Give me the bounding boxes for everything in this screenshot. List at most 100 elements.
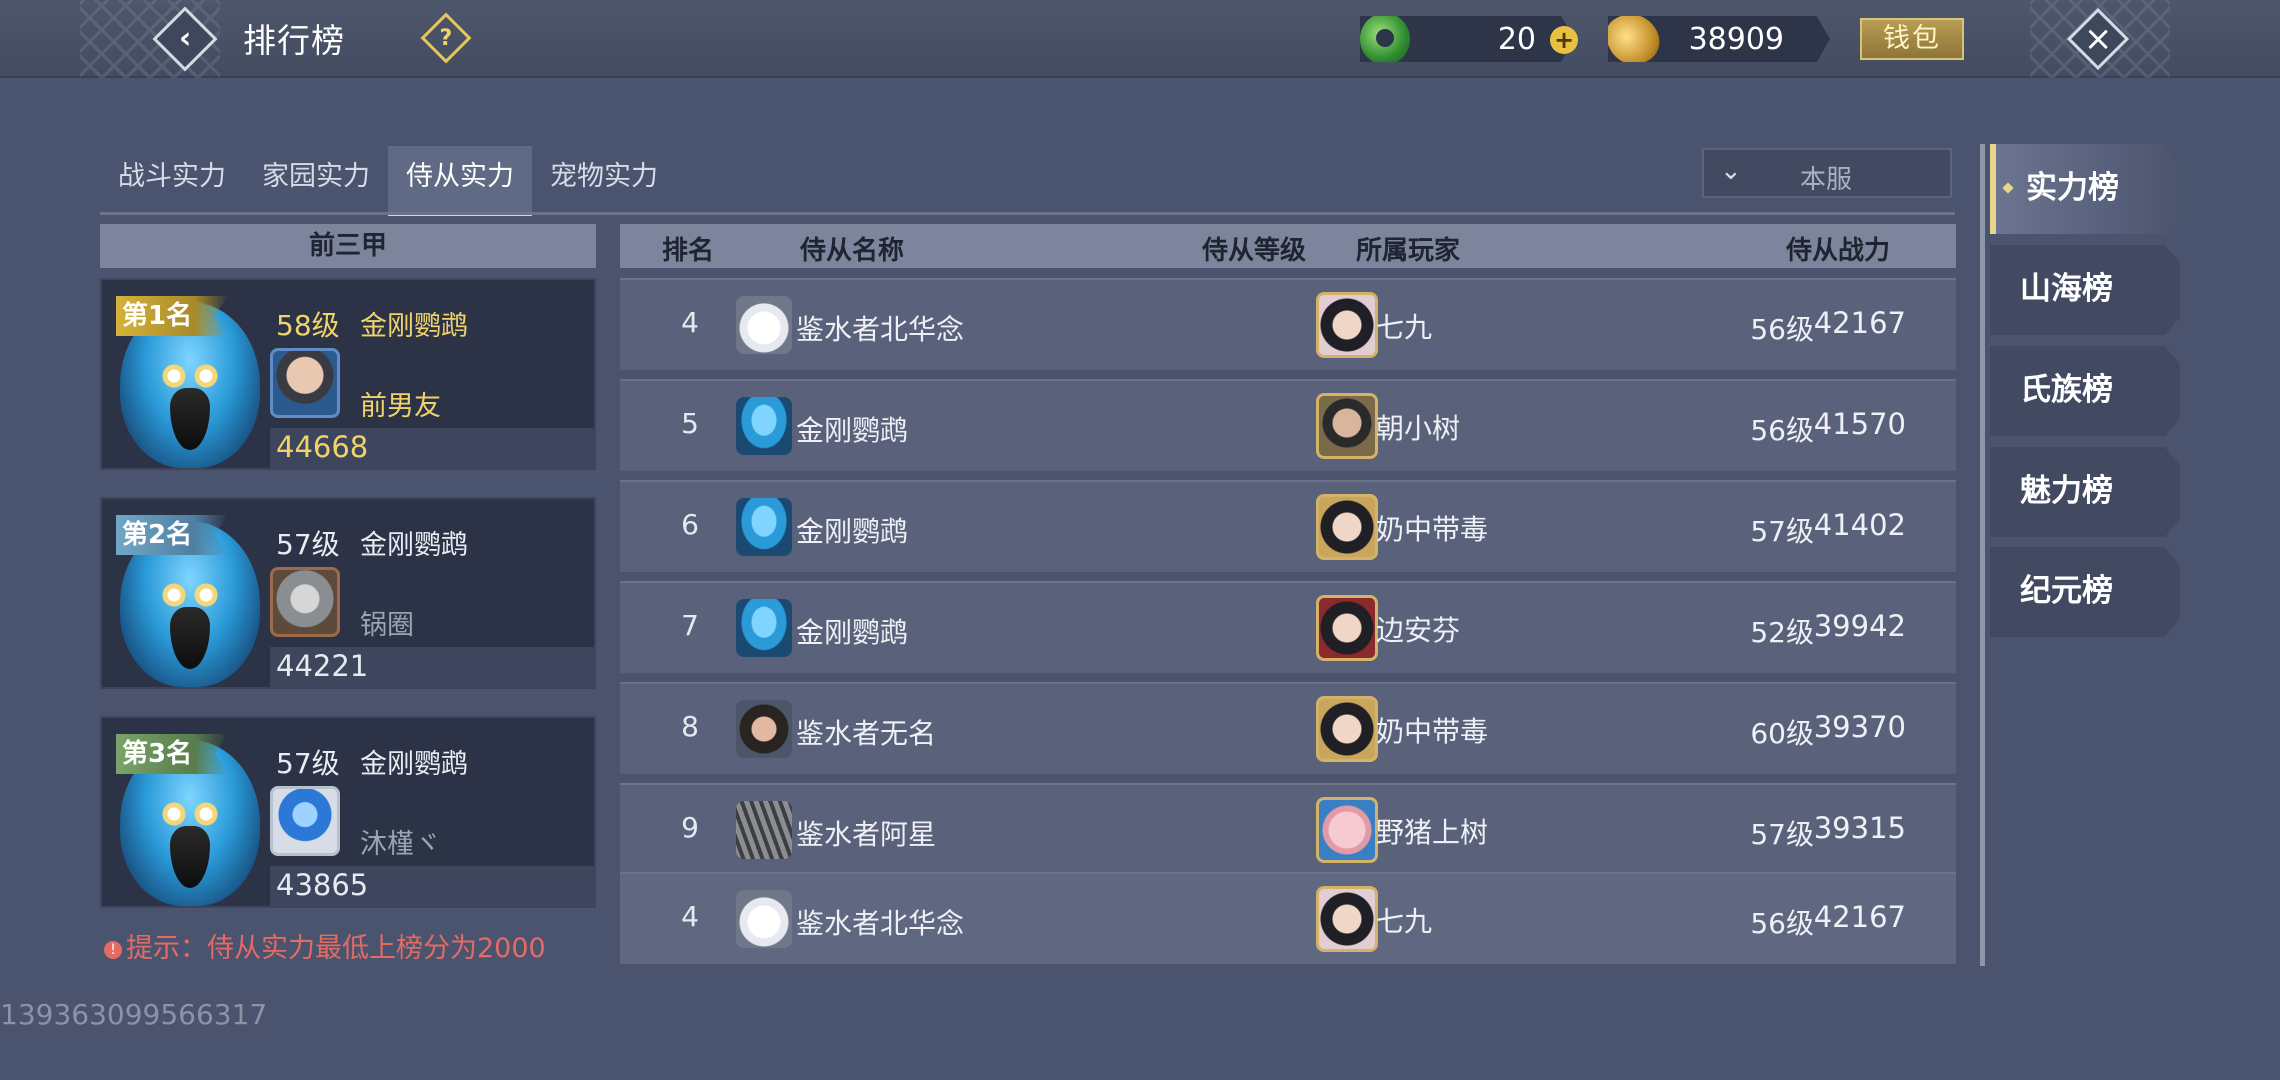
page-title: 排行榜 [243, 21, 345, 60]
pet-name: 金刚鹦鹉 [796, 515, 909, 548]
side-item-shanhai-rank[interactable]: 山海榜 [1990, 245, 2180, 335]
player-avatar[interactable] [1316, 393, 1378, 459]
add-currency-button[interactable]: + [1550, 26, 1578, 54]
pet-name: 金刚鹦鹉 [796, 414, 909, 447]
gold-currency: 38909 [1608, 16, 1830, 62]
player-avatar[interactable] [1316, 292, 1378, 358]
server-dropdown-value: 本服 [1800, 165, 1853, 195]
pet-icon [736, 801, 792, 859]
player-name: 七九 [1376, 905, 1433, 938]
pet-level: 57级 [276, 747, 340, 780]
pet-name: 金刚鹦鹉 [796, 616, 909, 649]
table-row[interactable]: 4 鉴水者北华念 56级 七九 42167 [620, 278, 1956, 370]
player-avatar[interactable] [1316, 696, 1378, 762]
pet-power: 44668 [276, 430, 369, 464]
wallet-button[interactable]: 钱包 [1860, 18, 1964, 60]
pet-power: 42167 [1813, 900, 1906, 934]
rank-badge: 第2名 [116, 515, 228, 555]
side-item-power-rank[interactable]: 实力榜 [1990, 144, 2180, 234]
pet-icon [736, 296, 792, 354]
side-item-clan-rank[interactable]: 氏族榜 [1990, 346, 2180, 436]
player-name: 野猪上树 [1376, 816, 1489, 849]
pet-power: 39942 [1813, 609, 1906, 643]
player-name: 锅圈 [360, 610, 414, 641]
top-rank-card[interactable]: 第2名 57级 金刚鹦鹉 锅圈 44221 [100, 497, 596, 689]
close-icon: × [2066, 7, 2130, 71]
top-three-header: 前三甲 [100, 224, 596, 268]
hint-text: 提示：侍从实力最低上榜分为2000 [126, 933, 546, 964]
pet-name: 金刚鹦鹉 [360, 749, 468, 780]
side-item-era-rank[interactable]: 纪元榜 [1990, 547, 2180, 637]
tab-bar: 战斗实力 家园实力 侍从实力 宠物实力 [100, 146, 676, 216]
table-row[interactable]: 6 金刚鹦鹉 57级 奶中带毒 41402 [620, 480, 1956, 572]
top-rank-card[interactable]: 第3名 57级 金刚鹦鹉 沐槿ヾ 43865 [100, 716, 596, 908]
pet-name: 金刚鹦鹉 [360, 530, 468, 561]
table-header: 排名 侍从名称 侍从等级 所属玩家 侍从战力 [620, 224, 1956, 268]
pet-power: 41570 [1813, 407, 1906, 441]
pet-icon [736, 599, 792, 657]
table-row[interactable]: 9 鉴水者阿星 57级 野猪上树 39315 [620, 783, 1956, 875]
tab-follower-power[interactable]: 侍从实力 [388, 146, 532, 216]
ranking-hint: ! 提示：侍从实力最低上榜分为2000 [104, 926, 546, 965]
column-player: 所属玩家 [1356, 236, 1461, 266]
player-avatar[interactable] [270, 348, 340, 418]
table-row[interactable]: 7 金刚鹦鹉 52级 边安芬 39942 [620, 581, 1956, 673]
gold-amount: 38909 [1688, 21, 1784, 57]
question-icon: ? [439, 25, 453, 51]
pet-name: 鉴水者北华念 [796, 313, 965, 346]
column-level: 侍从等级 [1202, 236, 1307, 266]
pet-name: 金刚鹦鹉 [360, 311, 468, 342]
pet-icon [736, 700, 792, 758]
pet-level: 57级 [276, 528, 340, 561]
tab-home-power[interactable]: 家园实力 [244, 146, 388, 216]
jade-icon [1360, 16, 1410, 62]
pet-power: 44221 [276, 649, 369, 683]
pet-name: 鉴水者无名 [796, 717, 937, 750]
player-name: 沐槿ヾ [360, 829, 441, 860]
scrollbar[interactable] [1980, 144, 1985, 966]
player-name: 奶中带毒 [1376, 513, 1489, 546]
player-avatar[interactable] [1316, 494, 1378, 560]
table-row[interactable]: 5 金刚鹦鹉 56级 朝小树 41570 [620, 379, 1956, 471]
back-arrow-icon: ‹ [152, 6, 218, 72]
rank-badge: 第3名 [116, 734, 228, 774]
pet-power: 39370 [1813, 710, 1906, 744]
table-row[interactable]: 8 鉴水者无名 60级 奶中带毒 39370 [620, 682, 1956, 774]
player-name: 前男友 [360, 391, 441, 422]
player-name: 七九 [1376, 311, 1433, 344]
user-id: 139363099566317 [0, 998, 268, 1031]
back-button[interactable]: ‹ [150, 4, 220, 74]
player-name: 朝小树 [1376, 412, 1461, 445]
player-avatar[interactable] [1316, 797, 1378, 863]
pet-name: 鉴水者阿星 [796, 818, 937, 851]
pet-name: 鉴水者北华念 [796, 907, 965, 940]
pet-icon [736, 397, 792, 455]
column-name: 侍从名称 [800, 236, 905, 266]
server-dropdown[interactable]: ⌄ 本服 [1702, 148, 1952, 198]
pet-level: 58级 [276, 309, 340, 342]
pet-power: 43865 [276, 868, 369, 902]
top-rank-card[interactable]: 第1名 58级 金刚鹦鹉 前男友 44668 [100, 278, 596, 470]
pet-icon [736, 890, 792, 948]
player-name: 奶中带毒 [1376, 715, 1489, 748]
pet-power: 42167 [1813, 306, 1906, 340]
tab-pet-power[interactable]: 宠物实力 [532, 146, 676, 216]
my-rank-row[interactable]: 4 鉴水者北华念 56级 七九 42167 [620, 872, 1956, 964]
player-avatar[interactable] [270, 567, 340, 637]
column-rank: 排名 [662, 236, 715, 266]
close-button[interactable]: × [2065, 6, 2131, 72]
player-avatar[interactable] [270, 786, 340, 856]
side-item-charm-rank[interactable]: 魅力榜 [1990, 447, 2180, 537]
player-avatar[interactable] [1316, 886, 1378, 952]
warning-icon: ! [104, 941, 122, 959]
jade-amount: 20 [1497, 21, 1536, 57]
tab-divider [100, 212, 1955, 215]
pet-power: 39315 [1813, 811, 1906, 845]
player-avatar[interactable] [1316, 595, 1378, 661]
rank-badge: 第1名 [116, 296, 228, 336]
chevron-down-icon: ⌄ [1720, 156, 1742, 186]
tab-combat-power[interactable]: 战斗实力 [100, 146, 244, 216]
pet-power: 41402 [1813, 508, 1906, 542]
jade-currency: 20 [1360, 16, 1574, 62]
column-power: 侍从战力 [1786, 236, 1891, 266]
